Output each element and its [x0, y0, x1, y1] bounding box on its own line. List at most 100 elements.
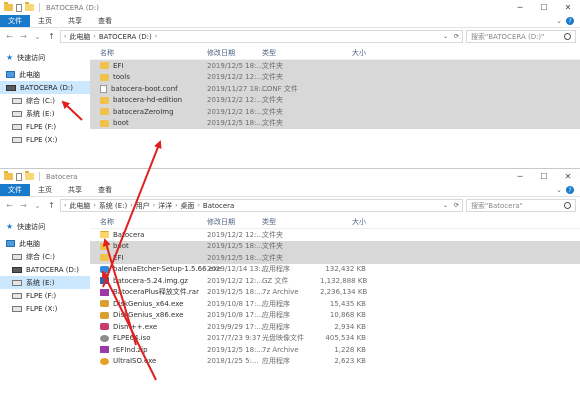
refresh-icon[interactable]: ⟳ [454, 33, 459, 40]
file-row[interactable]: UltraISO.exe 2018/1/25 5:... 应用程序 2,623 KB [90, 356, 580, 368]
breadcrumb-item[interactable]: 洋洋 [158, 201, 172, 211]
file-type: 7z Archive [262, 345, 299, 354]
minimize-button[interactable]: ─ [508, 169, 532, 184]
column-header-type[interactable]: 类型 [258, 217, 320, 227]
file-size: 2,623 KB [334, 357, 366, 366]
sidebar-item-this-pc[interactable]: 此电脑 [0, 237, 90, 250]
column-header-name[interactable]: 名称 [90, 217, 203, 227]
file-row[interactable]: BatoceraPlus释放文件.rar 2019/12/5 18:... 7z A… [90, 287, 580, 299]
tab-file[interactable]: 文件 [0, 184, 30, 196]
sidebar-item-drive-x[interactable]: FLPE (X:) [0, 302, 90, 315]
search-placeholder: 搜索"Batocera" [471, 201, 523, 210]
search-box[interactable]: 搜索"Batocera" [466, 199, 576, 212]
expand-ribbon-icon[interactable]: ⌄ [556, 186, 562, 194]
sidebar-item-drive-c[interactable]: 综合 (C:) [0, 250, 90, 263]
back-button[interactable]: ← [4, 32, 15, 41]
star-icon: ★ [6, 53, 14, 62]
sidebar-item-drive-f[interactable]: FLPE (F:) [0, 289, 90, 302]
breadcrumb-item[interactable]: 用户 [136, 201, 150, 211]
column-header-size[interactable]: 大小 [320, 48, 372, 58]
properties-icon[interactable] [16, 172, 22, 181]
sidebar-item-drive-e[interactable]: 系统 (E:) [0, 276, 90, 289]
file-row[interactable]: EFI 2019/12/5 18:... 文件夹 [90, 252, 580, 264]
app-icon [100, 265, 109, 273]
ribbon-tabs: 文件 主页 共享 查看 ⌄ ? [0, 184, 580, 197]
file-name: DiskGenius_x64.exe [113, 299, 184, 308]
sidebar-item-label: FLPE (X:) [26, 135, 58, 144]
minimize-button[interactable]: ─ [508, 0, 532, 15]
file-row[interactable]: EFI 2019/12/5 18:... 文件夹 [90, 60, 580, 72]
file-row[interactable]: FLPE64.iso 2017/7/23 9:37 光盘映像文件 405,534 KB [90, 333, 580, 345]
new-folder-icon[interactable] [25, 171, 34, 180]
expand-ribbon-icon[interactable]: ⌄ [556, 17, 562, 25]
column-header-type[interactable]: 类型 [258, 48, 320, 58]
breadcrumb-item[interactable]: 系统 (E:) [99, 201, 127, 211]
sidebar-item-label: 系统 (E:) [26, 278, 55, 287]
back-button[interactable]: ← [4, 201, 15, 210]
file-date: 2018/1/25 5:... [207, 357, 259, 366]
file-type: 应用程序 [262, 357, 290, 366]
file-row[interactable]: tools 2019/12/2 12:... 文件夹 [90, 71, 580, 83]
up-button[interactable]: ↑ [46, 201, 57, 210]
window-title: BATOCERA (D:) [46, 3, 99, 12]
tab-view[interactable]: 查看 [90, 184, 120, 196]
file-row[interactable]: rEFInd.zip 2019/12/5 18:... 7z Archive 1,22… [90, 344, 580, 356]
close-button[interactable]: ✕ [556, 169, 580, 184]
sidebar-item-drive-c[interactable]: 综合 (C:) [0, 94, 90, 107]
file-row[interactable]: balenaEtcher-Setup-1.5.66.exe 2019/12/14 … [90, 264, 580, 276]
sidebar-item-drive-e[interactable]: 系统 (E:) [0, 107, 90, 120]
sidebar-item-quick-access[interactable]: ★ 快速访问 [0, 51, 90, 64]
file-row[interactable]: boot 2019/12/5 18:... 文件夹 [90, 240, 580, 252]
address-dropdown-icon[interactable]: ⌄ [443, 202, 448, 209]
breadcrumb-item[interactable]: 此电脑 [69, 201, 90, 211]
sidebar-item-batocera-d[interactable]: BATOCERA (D:) [0, 263, 90, 276]
address-bar[interactable]: › 此电脑 › BATOCERA (D:) › ⌄ ⟳ [60, 30, 463, 43]
column-header-date[interactable]: 修改日期 [203, 217, 258, 227]
file-name: Batocera [113, 230, 145, 239]
breadcrumb-item[interactable]: BATOCERA (D:) [99, 33, 152, 41]
file-row[interactable]: boot 2019/12/5 18:... 文件夹 [90, 117, 580, 129]
file-row[interactable]: Batocera 2019/12/2 12:... 文件夹 [90, 229, 580, 241]
forward-button[interactable]: → [18, 201, 29, 210]
new-folder-icon[interactable] [25, 2, 34, 11]
tab-share[interactable]: 共享 [60, 184, 90, 196]
search-box[interactable]: 搜索"BATOCERA (D:)" [466, 30, 576, 43]
properties-icon[interactable] [16, 3, 22, 12]
tab-view[interactable]: 查看 [90, 15, 120, 27]
close-button[interactable]: ✕ [556, 0, 580, 15]
sidebar-item-drive-f[interactable]: FLPE (F:) [0, 120, 90, 133]
sidebar-item-this-pc[interactable]: 此电脑 [0, 68, 90, 81]
sidebar-item-quick-access[interactable]: ★ 快速访问 [0, 220, 90, 233]
file-row[interactable]: Dism++.exe 2019/9/29 17:... 应用程序 2,934 KB [90, 321, 580, 333]
file-row[interactable]: batocera-5.24.img.gz 2019/12/2 12:... GZ 文… [90, 275, 580, 287]
sidebar-item-batocera-d[interactable]: BATOCERA (D:) [0, 81, 90, 94]
file-icon [100, 84, 107, 93]
tab-share[interactable]: 共享 [60, 15, 90, 27]
maximize-button[interactable]: ☐ [532, 169, 556, 184]
file-row[interactable]: batocera-boot.conf 2019/11/27 18:... CONF … [90, 83, 580, 95]
help-icon[interactable]: ? [566, 17, 574, 25]
help-icon[interactable]: ? [566, 186, 574, 194]
address-dropdown-icon[interactable]: ⌄ [443, 33, 448, 40]
maximize-button[interactable]: ☐ [532, 0, 556, 15]
tab-file[interactable]: 文件 [0, 15, 30, 27]
file-row[interactable]: batocera-hd-edition 2019/12/2 12:... 文件夹 [90, 94, 580, 106]
file-row[interactable]: DiskGenius_x64.exe 2019/10/8 17:... 应用程序 15… [90, 298, 580, 310]
column-header-date[interactable]: 修改日期 [203, 48, 258, 58]
sidebar-item-drive-x[interactable]: FLPE (X:) [0, 133, 90, 146]
up-button[interactable]: ↑ [46, 32, 57, 41]
file-row[interactable]: batoceraZeroImg 2019/12/2 18:... 文件夹 [90, 106, 580, 118]
tab-home[interactable]: 主页 [30, 15, 60, 27]
forward-button[interactable]: → [18, 32, 29, 41]
address-bar[interactable]: › 此电脑 › 系统 (E:) › 用户 › 洋洋 › 桌面 › Batocer… [60, 199, 463, 212]
tab-home[interactable]: 主页 [30, 184, 60, 196]
breadcrumb-item[interactable]: Batocera [203, 202, 234, 210]
recent-dropdown-icon[interactable]: ⌄ [32, 201, 43, 210]
file-row[interactable]: DiskGenius_x86.exe 2019/10/8 17:... 应用程序 10… [90, 310, 580, 322]
breadcrumb-item[interactable]: 此电脑 [69, 32, 90, 42]
refresh-icon[interactable]: ⟳ [454, 202, 459, 209]
recent-dropdown-icon[interactable]: ⌄ [32, 32, 43, 41]
column-header-size[interactable]: 大小 [320, 217, 372, 227]
breadcrumb-item[interactable]: 桌面 [181, 201, 195, 211]
column-header-name[interactable]: 名称 [90, 48, 203, 58]
